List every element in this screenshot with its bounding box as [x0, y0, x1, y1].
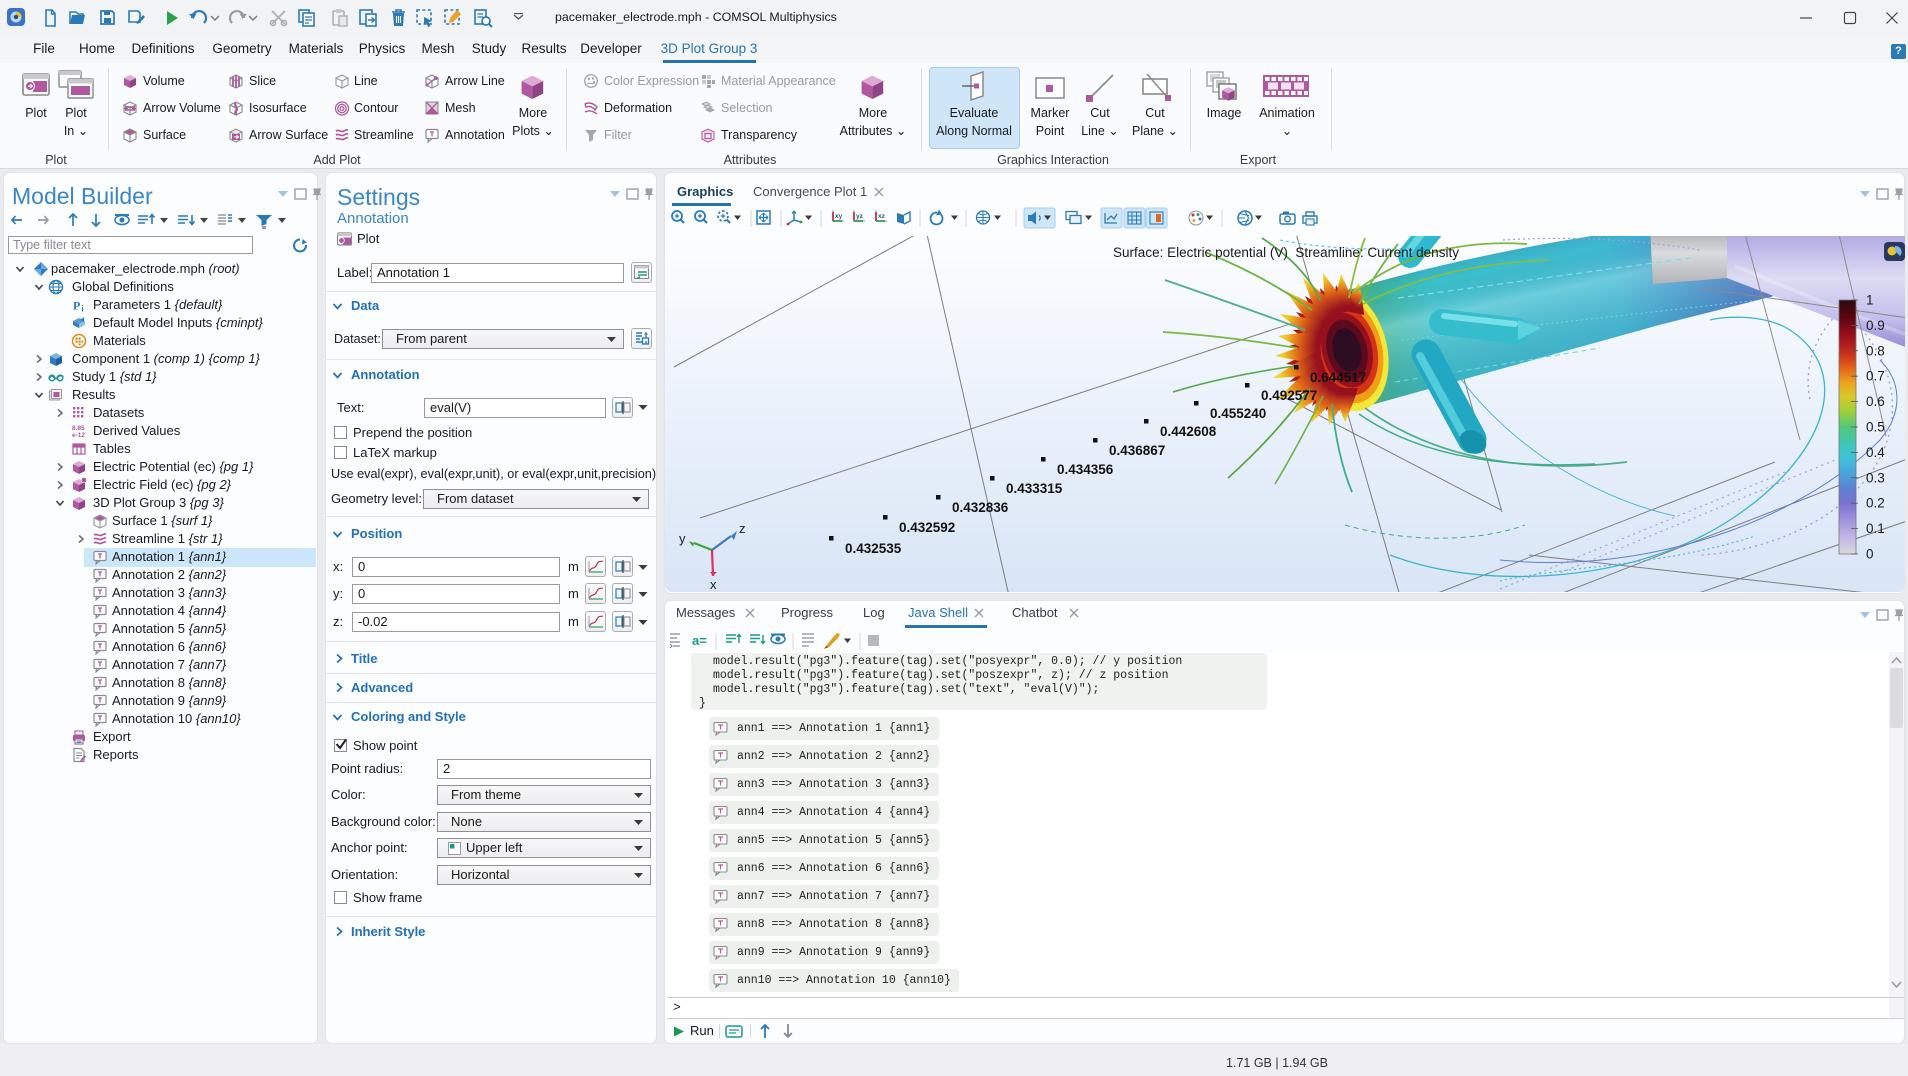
svg-text:P: P: [73, 299, 80, 313]
svg-text:0.455240: 0.455240: [1210, 406, 1266, 421]
svg-text:xz: xz: [878, 213, 886, 220]
svg-text:xy: xy: [835, 213, 843, 220]
svg-text:0.433315: 0.433315: [1006, 481, 1063, 496]
svg-text:0.3: 0.3: [1866, 470, 1885, 485]
svg-text:0.442608: 0.442608: [1160, 424, 1217, 439]
svg-text:8.85: 8.85: [72, 425, 85, 432]
svg-text:0.6: 0.6: [1866, 394, 1885, 409]
svg-text:0.1: 0.1: [1866, 521, 1885, 536]
svg-text:0.8: 0.8: [1866, 343, 1885, 358]
svg-text:0.4: 0.4: [1866, 445, 1885, 460]
svg-text:0.5: 0.5: [1866, 420, 1885, 435]
svg-text:0: 0: [1866, 547, 1874, 562]
svg-text:0.644517: 0.644517: [1310, 370, 1366, 385]
svg-text:0.436867: 0.436867: [1109, 443, 1165, 458]
svg-text:Surface: Electric potential (V: Surface: Electric potential (V) Streamli…: [1113, 245, 1459, 260]
svg-text:z: z: [739, 521, 746, 536]
svg-text:y: y: [679, 531, 686, 546]
svg-text:0.492577: 0.492577: [1261, 388, 1317, 403]
svg-text:1: 1: [1866, 293, 1874, 308]
svg-text:¡: ¡: [81, 302, 84, 312]
svg-text:0.7: 0.7: [1866, 369, 1885, 384]
svg-text:yz: yz: [856, 213, 864, 220]
svg-text:0.434356: 0.434356: [1057, 462, 1114, 477]
svg-text:0.432535: 0.432535: [845, 541, 902, 556]
svg-text:0.2: 0.2: [1866, 496, 1885, 511]
svg-text:a=: a=: [692, 633, 707, 648]
svg-text:0.432836: 0.432836: [952, 500, 1009, 515]
svg-text:0.9: 0.9: [1866, 318, 1885, 333]
svg-text:e-12: e-12: [72, 432, 85, 439]
svg-text:x: x: [710, 577, 717, 592]
svg-text:0.432592: 0.432592: [899, 520, 955, 535]
